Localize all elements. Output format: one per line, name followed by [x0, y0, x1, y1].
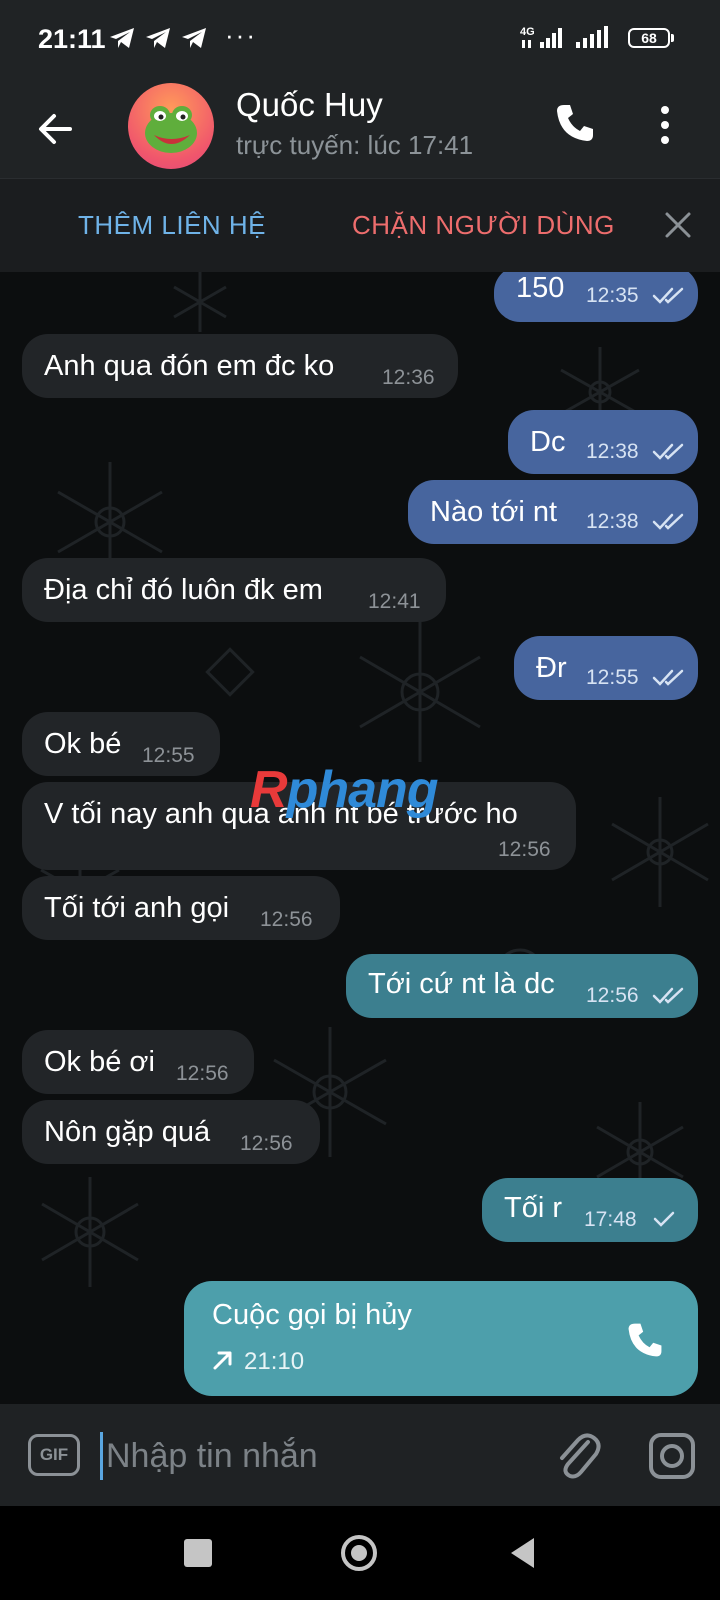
- paperclip-icon[interactable]: [552, 1428, 604, 1484]
- message-text: Tới cứ nt là dc: [368, 968, 555, 1000]
- message-bubble-incoming[interactable]: Ok bé 12:55: [22, 712, 220, 776]
- cancelled-call-message[interactable]: Cuộc gọi bị hủy 21:10: [184, 1281, 698, 1396]
- telegram-notification-icon: [146, 28, 170, 48]
- more-options-icon[interactable]: [650, 100, 680, 150]
- message-text: Tối r: [504, 1192, 562, 1224]
- battery-icon: 68: [628, 28, 674, 48]
- status-time: 21:11: [38, 24, 106, 54]
- watermark-letter: R: [250, 761, 288, 819]
- contact-name[interactable]: Quốc Huy: [236, 86, 383, 124]
- block-user-button[interactable]: CHẶN NGƯỜI DÙNG: [352, 210, 615, 241]
- message-text: Đr: [536, 652, 567, 684]
- message-text: Ok bé ơi: [44, 1046, 155, 1078]
- message-bubble-outgoing[interactable]: 150 12:35: [494, 272, 698, 322]
- phone-call-icon[interactable]: [552, 100, 598, 146]
- recent-apps-icon[interactable]: [184, 1539, 212, 1567]
- contact-last-seen: trực tuyến: lúc 17:41: [236, 130, 474, 160]
- double-check-read-icon: [652, 987, 684, 1004]
- phone-callback-icon[interactable]: [624, 1319, 666, 1361]
- text-cursor: [100, 1432, 103, 1480]
- message-time: 17:48: [584, 1208, 637, 1231]
- message-time: 12:56: [586, 984, 639, 1007]
- message-input[interactable]: [104, 1430, 528, 1482]
- double-check-read-icon: [652, 287, 684, 304]
- message-input-bar: GIF: [0, 1404, 720, 1506]
- pepe-frog-avatar-icon: [145, 106, 197, 153]
- call-time: 21:10: [244, 1348, 305, 1375]
- message-time: 12:38: [586, 440, 639, 463]
- chat-header: Quốc Huy trực tuyến: lúc 17:41: [0, 78, 720, 178]
- message-text: Nôn gặp quá: [44, 1116, 211, 1148]
- message-text: Dc: [530, 426, 566, 458]
- gif-button[interactable]: GIF: [28, 1434, 80, 1476]
- home-icon[interactable]: [340, 1534, 378, 1572]
- add-contact-button[interactable]: THÊM LIÊN HỆ: [78, 210, 266, 241]
- message-text: Nào tới nt: [430, 496, 558, 528]
- message-text: Ok bé: [44, 728, 122, 760]
- message-bubble-incoming[interactable]: Địa chỉ đó luôn đk em 12:41: [22, 558, 446, 622]
- signal-4g-icon: 4G: [520, 26, 562, 48]
- outgoing-call-arrow-icon: [213, 1351, 232, 1370]
- message-time: 12:56: [176, 1062, 229, 1085]
- message-bubble-outgoing[interactable]: Dc 12:38: [508, 410, 698, 474]
- status-bar: 21:11 ··· 4G 68: [0, 0, 720, 78]
- watermark-logo: Rphang: [250, 760, 439, 820]
- system-navigation-bar: [0, 1506, 720, 1600]
- close-icon[interactable]: [662, 209, 694, 241]
- message-time: 12:41: [368, 590, 421, 613]
- message-bubble-outgoing[interactable]: Tới cứ nt là dc 12:56: [346, 954, 698, 1018]
- double-check-read-icon: [652, 513, 684, 530]
- message-bubble-outgoing[interactable]: Đr 12:55: [514, 636, 698, 700]
- camera-icon[interactable]: [648, 1432, 696, 1480]
- message-time: 12:55: [586, 666, 639, 689]
- back-arrow-icon[interactable]: [30, 104, 80, 154]
- telegram-notification-icon: [182, 28, 206, 48]
- contact-action-bar: THÊM LIÊN HỆ CHẶN NGƯỜI DÙNG: [0, 178, 720, 273]
- message-bubble-incoming[interactable]: Nôn gặp quá 12:56: [22, 1100, 320, 1164]
- message-text: Địa chỉ đó luôn đk em: [44, 574, 323, 606]
- call-status-title: Cuộc gọi bị hủy: [212, 1299, 412, 1331]
- chat-messages-area[interactable]: 150 12:35 Anh qua đón em đc ko 12:36 Dc …: [0, 272, 720, 1404]
- single-check-sent-icon: [653, 1211, 675, 1227]
- message-time: 12:56: [240, 1132, 293, 1155]
- message-text: 150: [516, 272, 565, 304]
- signal-bars-icon: [576, 26, 608, 48]
- message-bubble-incoming[interactable]: Ok bé ơi 12:56: [22, 1030, 254, 1094]
- more-notifications-icon: ···: [225, 20, 257, 50]
- message-text: Anh qua đón em đc ko: [44, 350, 335, 382]
- watermark-text: phang: [286, 761, 439, 819]
- contact-avatar[interactable]: [128, 83, 214, 169]
- message-bubble-outgoing[interactable]: Tối r 17:48: [482, 1178, 698, 1242]
- double-check-read-icon: [652, 669, 684, 686]
- message-text: Tối tới anh gọi: [44, 892, 230, 924]
- message-bubble-incoming[interactable]: Tối tới anh gọi 12:56: [22, 876, 340, 940]
- message-time: 12:36: [382, 366, 435, 389]
- message-time: 12:56: [498, 838, 551, 861]
- message-time: 12:35: [586, 284, 639, 307]
- message-time: 12:55: [142, 744, 195, 767]
- double-check-read-icon: [652, 443, 684, 460]
- message-time: 12:56: [260, 908, 313, 931]
- telegram-notification-icon: [110, 28, 134, 48]
- network-type-label: 4G: [520, 26, 535, 38]
- message-bubble-outgoing[interactable]: Nào tới nt 12:38: [408, 480, 698, 544]
- message-bubble-incoming[interactable]: Anh qua đón em đc ko 12:36: [22, 334, 458, 398]
- message-time: 12:38: [586, 510, 639, 533]
- back-triangle-icon[interactable]: [508, 1536, 538, 1570]
